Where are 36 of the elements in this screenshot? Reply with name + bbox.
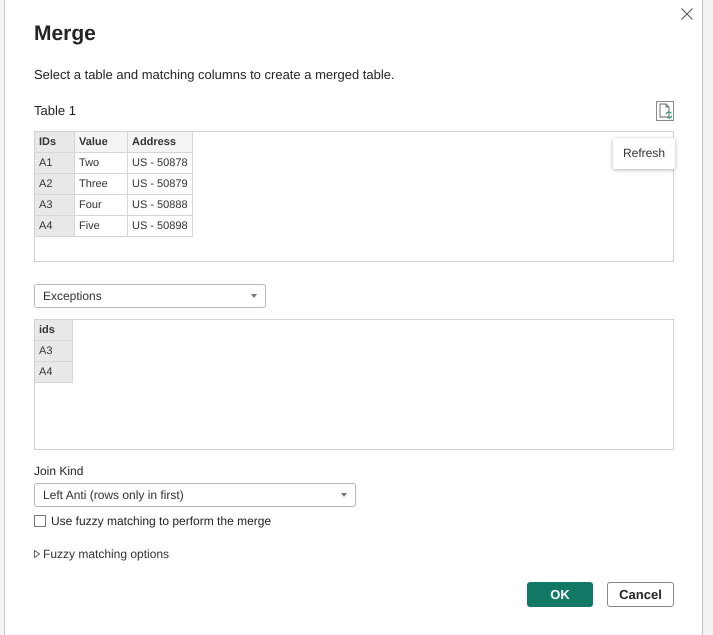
close-button[interactable] bbox=[681, 8, 693, 20]
document-refresh-icon bbox=[656, 101, 674, 121]
row-header: A3 bbox=[35, 195, 75, 216]
row-header: A2 bbox=[35, 174, 75, 195]
caret-icon bbox=[341, 493, 347, 497]
table-dropdown[interactable]: Exceptions bbox=[34, 284, 266, 308]
ok-button[interactable]: OK bbox=[527, 582, 593, 607]
dialog-description: Select a table and matching columns to create a merged table. bbox=[34, 66, 395, 84]
table-cell: US - 50888 bbox=[128, 195, 193, 216]
dialog-title: Merge bbox=[34, 21, 96, 47]
close-icon bbox=[681, 8, 693, 20]
cancel-button[interactable]: Cancel bbox=[607, 582, 674, 607]
column-header: Value bbox=[75, 132, 128, 153]
table-cell: US - 50879 bbox=[128, 174, 193, 195]
refresh-button[interactable] bbox=[656, 101, 674, 121]
table-cell: Five bbox=[75, 216, 128, 237]
table-cell: Two bbox=[75, 153, 128, 174]
column-header: IDs bbox=[35, 132, 75, 153]
caret-icon bbox=[251, 294, 257, 298]
join-kind-label: Join Kind bbox=[34, 463, 84, 479]
table-cell: Three bbox=[75, 174, 128, 195]
table-name-label: Table 1 bbox=[34, 103, 76, 119]
fuzzy-options-toggle[interactable]: Fuzzy matching options bbox=[34, 546, 170, 562]
row-header: A4 bbox=[35, 362, 73, 383]
table-cell: US - 50878 bbox=[128, 153, 193, 174]
refresh-tooltip: Refresh bbox=[613, 138, 675, 169]
table-cell: Four bbox=[75, 195, 128, 216]
checkbox[interactable] bbox=[34, 515, 46, 527]
row-header: A1 bbox=[35, 153, 75, 174]
row-header: A4 bbox=[35, 216, 75, 237]
column-header: Address bbox=[128, 132, 193, 153]
row-header: A3 bbox=[35, 341, 73, 362]
column-header: ids bbox=[35, 320, 73, 341]
table-cell: US - 50898 bbox=[128, 216, 193, 237]
join-kind-dropdown[interactable]: Left Anti (rows only in first) bbox=[34, 483, 356, 507]
checkbox-label: Use fuzzy matching to perform the merge bbox=[51, 513, 272, 529]
